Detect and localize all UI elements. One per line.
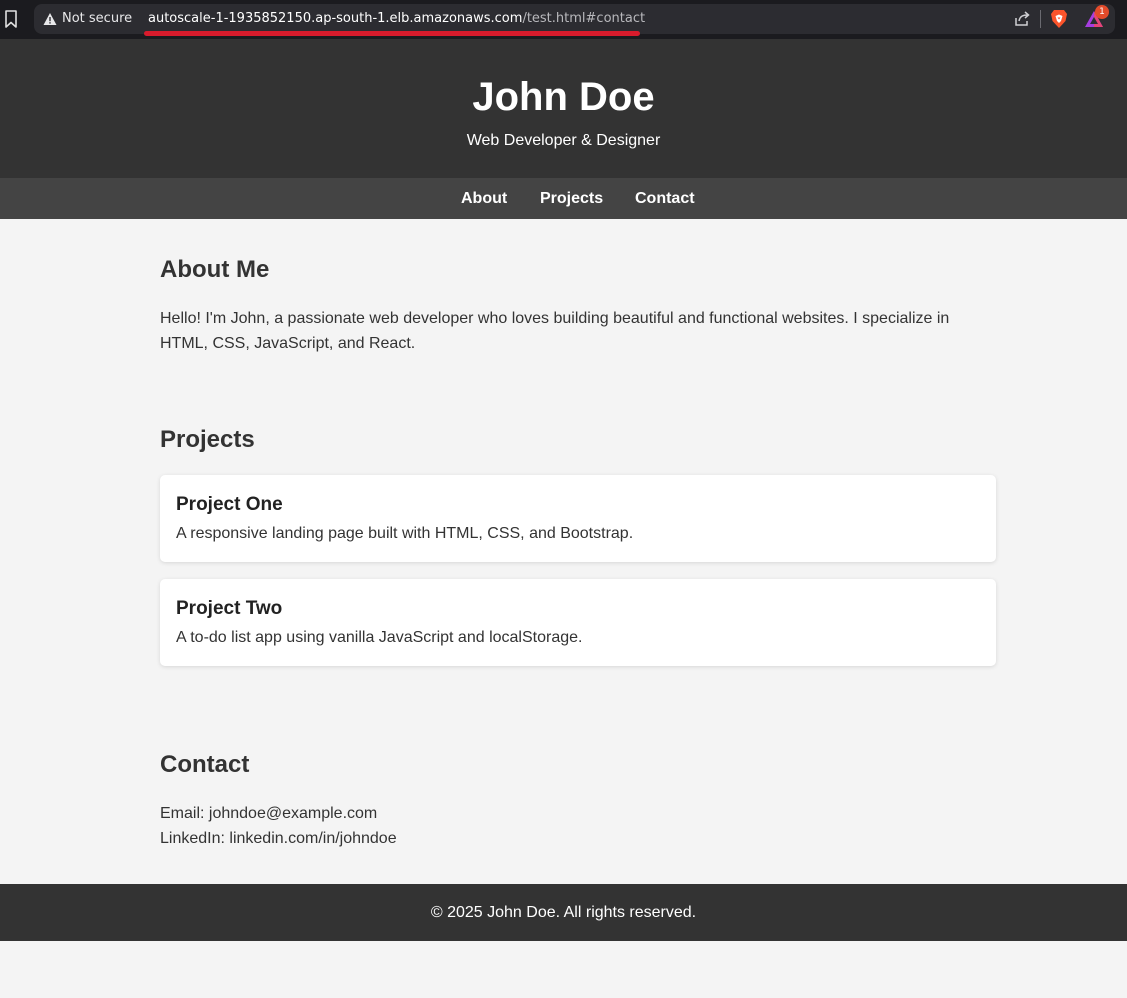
projects-heading: Projects bbox=[160, 426, 255, 453]
bookmark-icon[interactable] bbox=[3, 9, 19, 29]
project-description: A responsive landing page built with HTM… bbox=[176, 525, 634, 542]
footer-copyright: © 2025 John Doe. All rights reserved. bbox=[430, 904, 697, 921]
contact-email: Email: johndoe@example.com bbox=[160, 805, 378, 822]
warning-icon[interactable] bbox=[43, 12, 57, 26]
main-nav: About Projects Contact bbox=[0, 178, 1127, 219]
url-host: autoscale-1-1935852150.ap-south-1.elb.am… bbox=[148, 11, 523, 26]
contact-linkedin: LinkedIn: linkedin.com/in/johndoe bbox=[160, 830, 397, 847]
share-icon[interactable] bbox=[1013, 10, 1031, 28]
project-title: Project Two bbox=[176, 598, 283, 619]
about-text: Hello! I'm John, a passionate web develo… bbox=[160, 310, 950, 352]
security-status-label[interactable]: Not secure bbox=[62, 11, 132, 26]
nav-link-projects[interactable]: Projects bbox=[540, 189, 603, 208]
site-subtitle: Web Developer & Designer bbox=[466, 132, 661, 149]
rewards-notification-badge: 1 bbox=[1095, 5, 1109, 19]
site-header: John Doe Web Developer & Designer bbox=[0, 39, 1127, 178]
contact-heading: Contact bbox=[160, 751, 250, 778]
site-footer: © 2025 John Doe. All rights reserved. bbox=[0, 884, 1127, 941]
address-bar[interactable]: Not secure autoscale-1-1935852150.ap-sou… bbox=[34, 4, 1115, 34]
about-heading: About Me bbox=[160, 256, 270, 283]
site-title: John Doe bbox=[472, 75, 655, 119]
project-title: Project One bbox=[176, 494, 283, 515]
toolbar-divider bbox=[1040, 10, 1041, 28]
browser-toolbar: Not secure autoscale-1-1935852150.ap-sou… bbox=[0, 0, 1127, 39]
nav-link-about[interactable]: About bbox=[461, 189, 507, 208]
url-text[interactable]: autoscale-1-1935852150.ap-south-1.elb.am… bbox=[148, 11, 645, 26]
project-card: Project Two A to-do list app using vanil… bbox=[160, 579, 996, 666]
url-path: /test.html#contact bbox=[522, 11, 646, 26]
project-description: A to-do list app using vanilla JavaScrip… bbox=[176, 629, 583, 646]
project-card: Project One A responsive landing page bu… bbox=[160, 475, 996, 562]
brave-lion-icon[interactable] bbox=[1050, 9, 1068, 29]
nav-link-contact[interactable]: Contact bbox=[635, 189, 695, 208]
url-highlight-underline bbox=[144, 31, 640, 36]
